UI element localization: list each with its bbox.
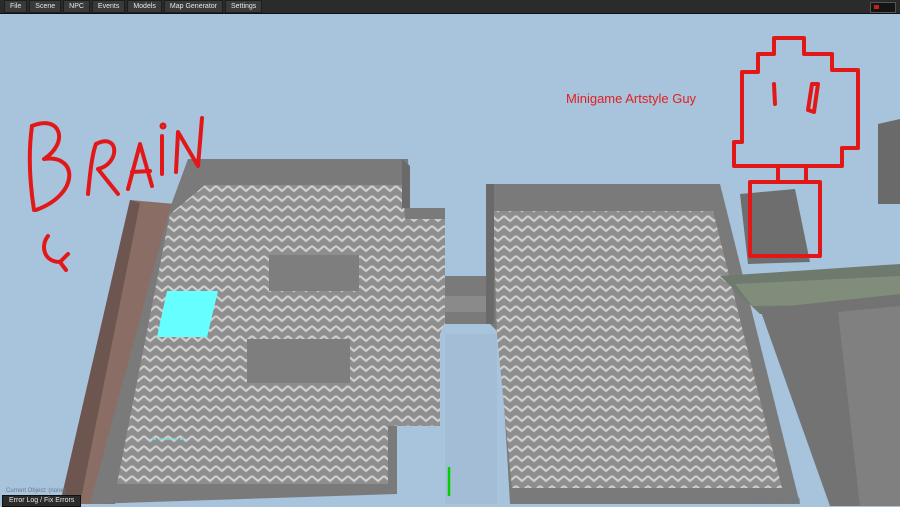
right-room-floor[interactable]	[493, 211, 782, 488]
menu-events[interactable]: Events	[91, 0, 126, 13]
menu-bar: File Scene NPC Events Models Map Generat…	[0, 0, 900, 14]
artstyle-guy-label: Minigame Artstyle Guy	[566, 91, 697, 106]
app-logo-icon	[870, 2, 896, 13]
object-count-status: Object Count: 356	[752, 498, 801, 504]
current-object-status: Current Object: (none)	[6, 488, 66, 494]
3d-viewport[interactable]: Minigame Artstyle Guy	[0, 14, 900, 506]
menu-settings[interactable]: Settings	[225, 0, 263, 13]
error-log-button[interactable]: Error Log / Fix Errors	[2, 495, 82, 507]
menu-map-generator[interactable]: Map Generator	[163, 0, 223, 13]
menu-npc[interactable]: NPC	[63, 0, 90, 13]
menu-file[interactable]: File	[4, 0, 28, 13]
scene-render	[27, 36, 900, 506]
menu-models[interactable]: Models	[127, 0, 162, 13]
inner-block[interactable]	[247, 339, 350, 383]
menu-scene[interactable]: Scene	[29, 0, 62, 13]
inner-block[interactable]	[269, 255, 359, 291]
